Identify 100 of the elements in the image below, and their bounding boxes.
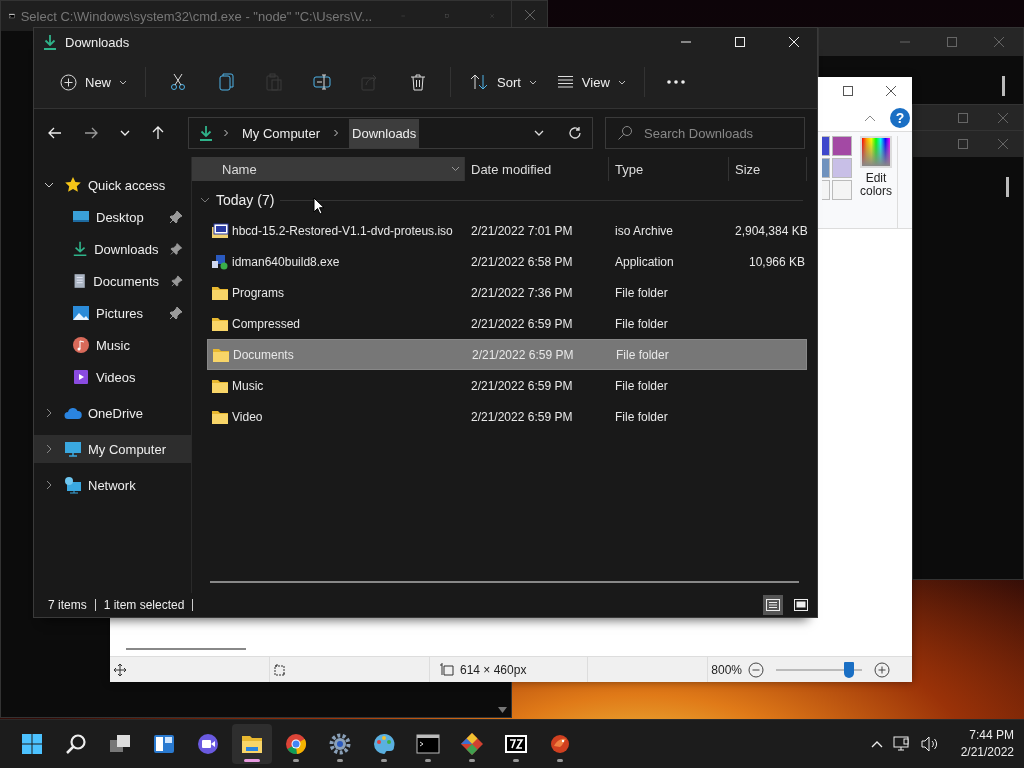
breadcrumb-chevron-icon: [333, 129, 340, 137]
scrollbar-thumb[interactable]: [1002, 76, 1005, 96]
nav-item[interactable]: Downloads: [34, 235, 191, 263]
maximize-icon[interactable]: [842, 85, 854, 97]
taskbar-app-button[interactable]: [232, 724, 272, 764]
recent-locations-chevron-icon[interactable]: [120, 130, 130, 136]
folder-icon: [212, 346, 230, 363]
bird-app-icon: [548, 732, 572, 756]
file-type: File folder: [615, 409, 669, 424]
new-button[interactable]: New: [52, 67, 135, 97]
scrollbar-thumb[interactable]: [1006, 177, 1009, 197]
nav-item[interactable]: Videos: [34, 363, 191, 391]
date-modified: 2/21/2022 6:58 PM: [471, 254, 574, 269]
nav-item[interactable]: Desktop: [34, 203, 191, 231]
nav-item[interactable]: Documents: [34, 267, 191, 295]
column-header[interactable]: Name: [192, 157, 465, 181]
view-button[interactable]: View: [548, 68, 634, 96]
file-type: File folder: [615, 316, 669, 331]
volume-icon[interactable]: [920, 736, 939, 752]
close-icon[interactable]: [885, 85, 897, 97]
clock-date[interactable]: 2/21/2022: [960, 744, 1014, 761]
column-header[interactable]: Date modified: [465, 157, 609, 181]
sort-button[interactable]: Sort: [461, 68, 545, 96]
scroll-down-icon[interactable]: [498, 707, 507, 713]
address-bar[interactable]: My Computer Downloads: [188, 117, 593, 149]
search-field[interactable]: Search Downloads: [605, 117, 805, 149]
column-header[interactable]: Type: [609, 157, 729, 181]
nav-item[interactable]: Quick access: [34, 171, 191, 199]
zoom-level: 800%: [711, 662, 742, 677]
nav-item[interactable]: Pictures: [34, 299, 191, 327]
zoom-in-icon[interactable]: [874, 661, 890, 678]
chevron-icon[interactable]: [44, 480, 54, 490]
color-swatch[interactable]: [832, 180, 852, 200]
window-title: Downloads: [65, 34, 130, 50]
disc-image-file-icon: [211, 222, 229, 239]
file-row[interactable]: idman640build8.exe 2/21/2022 6:58 PM Application 10,966 KB: [207, 246, 807, 277]
git-app-icon: [460, 732, 484, 756]
rename-icon: [313, 74, 331, 90]
file-row[interactable]: Music 2/21/2022 6:59 PM File folder: [207, 370, 807, 401]
download-icon: [199, 125, 213, 141]
file-name: Video: [232, 409, 263, 424]
slider-thumb[interactable]: [844, 661, 855, 678]
computer-icon: [64, 440, 82, 458]
collapse-ribbon-icon[interactable]: [864, 114, 876, 122]
selection-icon: [274, 663, 287, 676]
color-swatch[interactable]: [832, 158, 852, 178]
trash-icon: [410, 73, 426, 91]
file-row[interactable]: hbcd-15.2-Restored-V1.1-dvd-proteus.iso 2/21/2022 7:01 PM iso Archive 2,904,384 KB: [207, 215, 807, 246]
zoom-slider[interactable]: [776, 661, 862, 678]
refresh-icon[interactable]: [568, 126, 582, 140]
collapse-group-icon[interactable]: [200, 195, 210, 205]
picture-icon: [72, 304, 90, 322]
file-row[interactable]: Documents 2/21/2022 6:59 PM File folder: [207, 339, 807, 370]
file-type: File folder: [616, 347, 670, 362]
nav-item[interactable]: My Computer: [34, 435, 191, 463]
sort-arrows-icon: [469, 74, 489, 90]
nav-item[interactable]: Network: [34, 471, 191, 499]
details-view-button[interactable]: [763, 595, 783, 615]
details-view-icon: [766, 599, 780, 611]
file-name: Compressed: [232, 316, 301, 331]
date-modified: 2/21/2022 6:59 PM: [471, 409, 574, 424]
zoom-out-icon[interactable]: [748, 661, 764, 678]
up-arrow-icon[interactable]: [152, 126, 164, 140]
file-name: Programs: [232, 285, 284, 300]
column-header[interactable]: Size: [729, 157, 807, 181]
file-row[interactable]: Compressed 2/21/2022 6:59 PM File folder: [207, 308, 807, 339]
show-hidden-icons-icon[interactable]: [870, 740, 883, 748]
help-button[interactable]: ?: [890, 108, 910, 128]
download-icon: [43, 34, 57, 50]
chevron-icon[interactable]: [44, 180, 54, 190]
color-swatch[interactable]: [832, 136, 852, 156]
date-modified: 2/21/2022 6:59 PM: [471, 378, 574, 393]
scissors-icon: [169, 73, 187, 91]
file-type: File folder: [615, 285, 669, 300]
scrollbar-thumb[interactable]: [210, 581, 799, 583]
file-row[interactable]: Programs 2/21/2022 7:36 PM File folder: [207, 277, 807, 308]
color-swatch[interactable]: [822, 136, 830, 156]
clock-time[interactable]: 7:44 PM: [969, 727, 1014, 744]
address-dropdown-icon[interactable]: [534, 130, 544, 136]
file-type: Application: [615, 254, 675, 269]
scrollbar-thumb[interactable]: [126, 648, 246, 650]
copy-icon: [217, 73, 235, 91]
network-icon[interactable]: [892, 736, 911, 752]
color-swatch[interactable]: [822, 180, 830, 200]
back-arrow-icon[interactable]: [48, 127, 62, 139]
date-modified: 2/21/2022 6:59 PM: [471, 316, 574, 331]
breadcrumb-link[interactable]: Downloads: [349, 118, 420, 148]
console-icon: [9, 10, 15, 22]
group-header[interactable]: Today (7): [216, 192, 275, 208]
nav-item[interactable]: OneDrive: [34, 399, 191, 427]
column-menu-chevron-icon[interactable]: [451, 166, 460, 172]
more-options-icon[interactable]: [666, 80, 685, 84]
window-title: Select C:\Windows\system32\cmd.exe - "node" "C:\Users\V...: [20, 8, 373, 24]
breadcrumb-link[interactable]: My Computer: [239, 118, 324, 148]
edit-colors-button[interactable]: Edit colors: [856, 136, 896, 198]
nav-item[interactable]: Music: [34, 331, 191, 359]
chevron-icon[interactable]: [44, 408, 54, 418]
forward-arrow-icon[interactable]: [84, 127, 98, 139]
color-swatch[interactable]: [822, 158, 830, 178]
file-row[interactable]: Video 2/21/2022 6:59 PM File folder: [207, 401, 807, 432]
